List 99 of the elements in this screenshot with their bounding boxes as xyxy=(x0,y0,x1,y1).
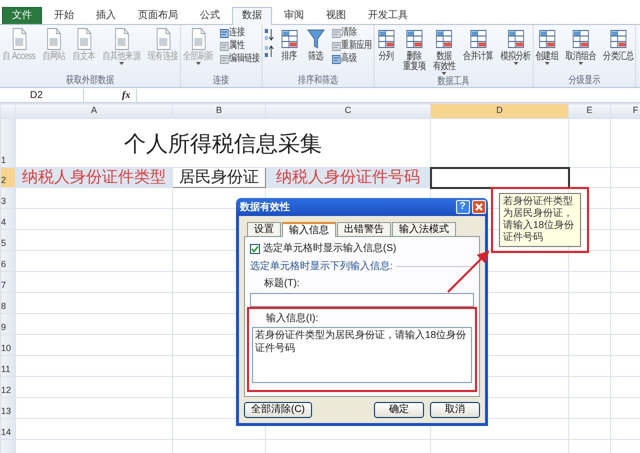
name-box[interactable]: D2 xyxy=(0,89,84,102)
table-icon xyxy=(468,27,488,51)
checkbox[interactable] xyxy=(250,244,260,254)
field-value: 居民身份证 xyxy=(172,168,266,188)
caret-icon xyxy=(196,62,200,65)
ribbon-command[interactable]: 分类汇总 xyxy=(602,27,636,62)
column-header[interactable]: A xyxy=(16,104,172,118)
ribbon-tab[interactable]: 数据 xyxy=(232,7,272,25)
group-label: 数据工具 xyxy=(436,75,471,87)
table-icon xyxy=(608,27,628,51)
column-header[interactable]: E xyxy=(568,104,610,118)
dialog-tab[interactable]: 输入信息 xyxy=(282,222,336,237)
dialog-title: 数据有效性 xyxy=(240,200,290,214)
sort-button[interactable] xyxy=(262,27,274,43)
group-label: 获取外部数据 xyxy=(65,74,116,87)
field-label: 纳税人身份证件号码 xyxy=(266,168,430,188)
ribbon-command[interactable]: 连接 xyxy=(218,27,262,39)
field-label: 输入信息(I): xyxy=(266,312,320,326)
sort-arrow-icon xyxy=(264,45,274,59)
table-icon xyxy=(571,27,590,51)
sort-button[interactable] xyxy=(262,44,274,60)
caret-icon xyxy=(578,62,584,65)
table-icon xyxy=(537,27,557,51)
dialog-button[interactable]: 取消 xyxy=(430,402,480,418)
row-header[interactable]: 9 xyxy=(0,314,16,334)
table-icon xyxy=(376,27,396,51)
message-field[interactable]: 若身份证件类型为居民身份证，请输入18位身份证件号码 xyxy=(252,327,472,383)
help-button[interactable]: ? xyxy=(456,200,470,214)
ribbon-tab[interactable]: 开发工具 xyxy=(358,7,418,24)
field-label: 标题(T): xyxy=(264,276,301,291)
function-label[interactable]: fx xyxy=(122,88,130,103)
ribbon-tab[interactable]: 审阅 xyxy=(274,7,314,24)
row-header[interactable]: 4 xyxy=(0,208,16,230)
ribbon-command[interactable]: 排序 xyxy=(278,27,300,62)
row-header[interactable]: 5 xyxy=(0,230,16,250)
caret-icon xyxy=(513,62,518,65)
column-header[interactable]: F xyxy=(610,104,640,118)
group-label: 排序和筛选 xyxy=(297,74,340,87)
dialog-tab[interactable]: 出错警告 xyxy=(337,222,391,236)
caret-icon xyxy=(442,72,447,75)
ribbon-command[interactable]: 取消组合 xyxy=(564,27,598,65)
caret-icon xyxy=(544,62,550,65)
group-label: 连接 xyxy=(212,74,230,87)
ribbon-tab[interactable]: 插入 xyxy=(86,7,126,24)
input-tooltip: 若身份证件类型为居民身份证，请输入18位身份证件号码 xyxy=(499,193,581,247)
sheet-icon xyxy=(332,28,340,38)
document-icon xyxy=(44,27,64,51)
table-icon xyxy=(404,27,424,51)
table-icon xyxy=(280,27,299,51)
active-cell[interactable] xyxy=(430,168,568,188)
sheet-icon xyxy=(332,54,340,64)
table-icon xyxy=(434,27,454,51)
funnel-icon xyxy=(306,27,326,51)
row-header[interactable]: 8 xyxy=(0,292,16,314)
ribbon-command[interactable]: 分列 xyxy=(374,27,398,62)
column-header[interactable]: D xyxy=(430,104,568,118)
sort-arrow-icon xyxy=(264,28,274,42)
dialog-tab[interactable]: 输入法模式 xyxy=(392,222,456,236)
row-header[interactable]: 10 xyxy=(0,334,16,356)
row-header[interactable]: 6 xyxy=(0,250,16,272)
row-header[interactable]: 13 xyxy=(0,398,16,418)
sheet-icon xyxy=(220,28,228,38)
row-header[interactable]: 12 xyxy=(0,376,16,398)
sheet-icon xyxy=(332,40,340,52)
close-icon xyxy=(473,201,485,213)
ribbon-tab[interactable]: 页面布局 xyxy=(128,7,188,24)
ribbon-command[interactable]: 筛选 xyxy=(304,27,327,62)
ribbon-tab[interactable]: 公式 xyxy=(190,7,230,24)
sheet-icon xyxy=(220,40,228,52)
ribbon-command[interactable]: 合并计算 xyxy=(461,27,495,62)
dialog-button[interactable]: 确定 xyxy=(374,402,424,418)
caret-icon xyxy=(119,62,124,65)
ribbon-command[interactable]: 数据 有效性 xyxy=(431,27,458,75)
ribbon-tab[interactable]: 视图 xyxy=(316,7,356,24)
dialog-button[interactable]: 全部清除(C) xyxy=(244,402,312,418)
row-header[interactable]: 7 xyxy=(0,272,16,292)
close-button[interactable] xyxy=(472,200,486,214)
ribbon-tab[interactable]: 开始 xyxy=(44,7,84,24)
column-header[interactable]: B xyxy=(172,104,266,118)
ribbon-command[interactable]: 模拟分析 xyxy=(498,27,532,65)
row-header[interactable]: 11 xyxy=(0,356,16,376)
dialog-tab[interactable]: 设置 xyxy=(247,222,281,236)
section-label: 选定单元格时显示下列输入信息: xyxy=(250,260,393,274)
ribbon-command[interactable]: 删除 重复项 xyxy=(401,27,428,72)
row-header[interactable]: 3 xyxy=(0,188,16,208)
sheet-icon xyxy=(220,54,228,64)
row-header[interactable]: 14 xyxy=(0,418,16,440)
check-icon xyxy=(251,244,259,252)
file-tab[interactable]: 文件 xyxy=(2,7,42,24)
row-header[interactable]: 1 xyxy=(0,118,16,168)
table-icon xyxy=(506,27,526,51)
ribbon-command[interactable]: 高级 xyxy=(330,53,374,65)
title-field[interactable] xyxy=(250,292,474,306)
group-label: 分级显示 xyxy=(568,74,602,87)
row-header[interactable]: 2 xyxy=(0,168,16,188)
field-label: 纳税人身份证件类型 xyxy=(16,168,172,188)
checkbox-label: 选定单元格时显示输入信息(S) xyxy=(263,242,396,256)
ribbon-command[interactable]: 创建组 xyxy=(534,27,560,65)
column-header[interactable]: C xyxy=(266,104,430,118)
